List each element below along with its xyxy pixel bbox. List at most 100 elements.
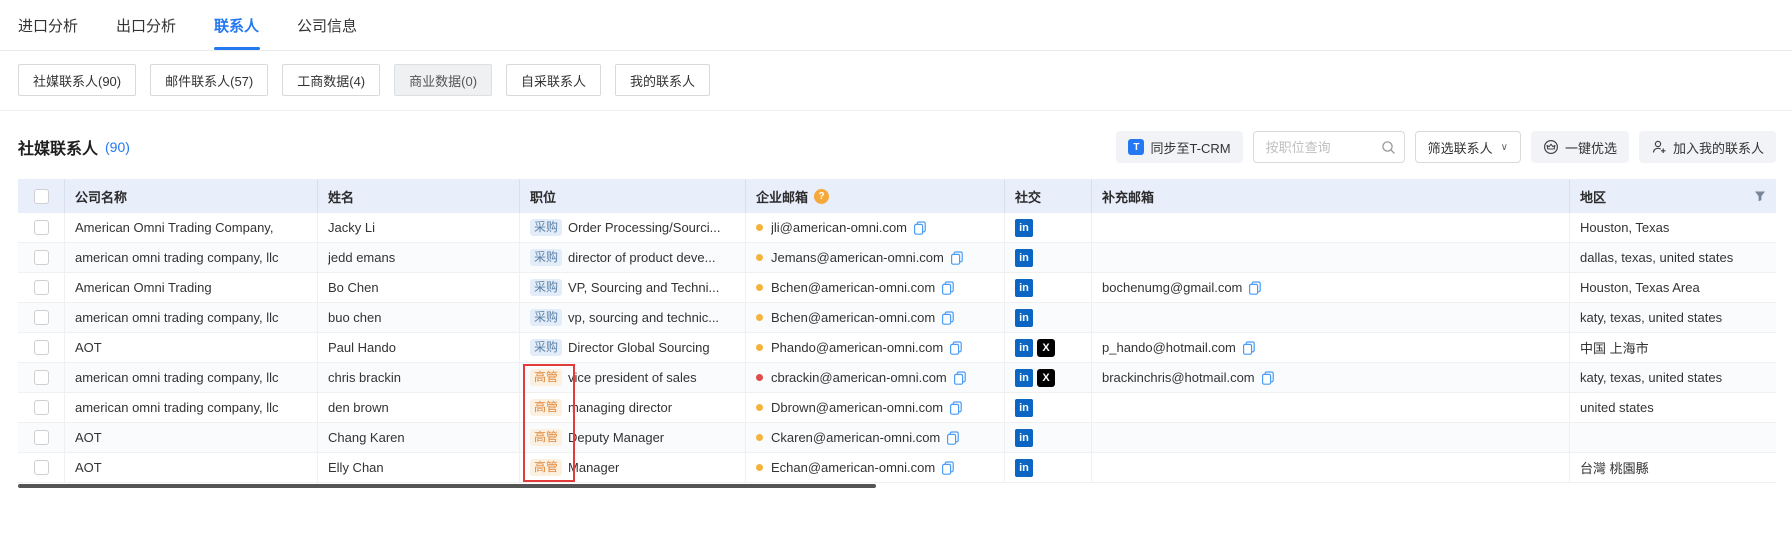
filter-contacts-label: 筛选联系人 [1428, 138, 1493, 157]
social-icons: in [1005, 303, 1092, 332]
linkedin-icon[interactable]: in [1015, 339, 1033, 357]
company-name: AOT [75, 340, 102, 355]
position-text: director of product deve... [568, 250, 715, 265]
row-checkbox[interactable] [34, 340, 49, 355]
region-text: Houston, Texas [1580, 220, 1669, 235]
linkedin-icon[interactable]: in [1015, 369, 1033, 387]
filter-contacts-dropdown[interactable]: 筛选联系人 ∨ [1415, 131, 1521, 163]
x-icon[interactable]: X [1037, 369, 1055, 387]
copy-icon[interactable] [913, 221, 927, 235]
chevron-down-icon: ∨ [1501, 142, 1508, 153]
linkedin-icon[interactable]: in [1015, 429, 1033, 447]
tab-contacts[interactable]: 联系人 [214, 0, 259, 50]
row-checkbox[interactable] [34, 460, 49, 475]
table-row: AOTChang Karen高管Deputy ManagerCkaren@ame… [18, 423, 1776, 453]
social-icons: inX [1005, 333, 1092, 362]
row-checkbox[interactable] [34, 250, 49, 265]
social-icons: in [1005, 393, 1092, 422]
region-text: 台灣 桃園縣 [1580, 458, 1649, 477]
filter-button-social-contacts[interactable]: 社媒联系人(90) [18, 64, 136, 96]
extra-email-cell [1092, 243, 1570, 272]
region-text: 中国 上海市 [1580, 338, 1649, 357]
linkedin-icon[interactable]: in [1015, 399, 1033, 417]
linkedin-icon[interactable]: in [1015, 249, 1033, 267]
email-status-dot [756, 224, 763, 231]
linkedin-icon[interactable]: in [1015, 279, 1033, 297]
one-click-optimize-label: 一键优选 [1565, 138, 1617, 157]
company-name: american omni trading company, llc [75, 400, 279, 415]
filter-button-email-contacts[interactable]: 邮件联系人(57) [150, 64, 268, 96]
copy-icon[interactable] [941, 281, 955, 295]
table-row: american omni trading company, llcjedd e… [18, 243, 1776, 273]
social-icons: in [1005, 213, 1092, 242]
tab-import-analysis[interactable]: 进口分析 [18, 0, 78, 50]
social-icons: in [1005, 243, 1092, 272]
person-plus-icon [1651, 139, 1667, 155]
filter-button-business-registry[interactable]: 工商数据(4) [282, 64, 380, 96]
copy-icon[interactable] [949, 341, 963, 355]
row-checkbox[interactable] [34, 280, 49, 295]
copy-icon[interactable] [950, 251, 964, 265]
contact-name: Bo Chen [328, 280, 379, 295]
corporate-email: Bchen@american-omni.com [771, 310, 935, 325]
copy-icon[interactable] [1248, 281, 1262, 295]
copy-icon[interactable] [941, 461, 955, 475]
col-header-social: 社交 [1005, 179, 1092, 213]
corporate-email: Ckaren@american-omni.com [771, 430, 940, 445]
email-status-dot [756, 464, 763, 471]
filter-button-commercial-data[interactable]: 商业数据(0) [394, 64, 492, 96]
x-icon[interactable]: X [1037, 339, 1055, 357]
tab-export-analysis[interactable]: 出口分析 [116, 0, 176, 50]
copy-icon[interactable] [949, 401, 963, 415]
copy-icon[interactable] [946, 431, 960, 445]
col-header-region: 地区 [1570, 179, 1776, 213]
row-checkbox[interactable] [34, 400, 49, 415]
help-icon[interactable]: ? [814, 189, 829, 204]
add-to-my-contacts-button[interactable]: 加入我的联系人 [1639, 131, 1776, 163]
position-search-input[interactable] [1264, 139, 1381, 156]
row-checkbox[interactable] [34, 370, 49, 385]
one-click-optimize-button[interactable]: 一键优选 [1531, 131, 1629, 163]
copy-icon[interactable] [953, 371, 967, 385]
table-header-row: 公司名称 姓名 职位 企业邮箱 ? 社交 补充邮箱 地区 [18, 179, 1776, 213]
copy-icon[interactable] [1242, 341, 1256, 355]
linkedin-icon[interactable]: in [1015, 219, 1033, 237]
filter-button-my-contacts[interactable]: 我的联系人 [615, 64, 710, 96]
email-status-dot [756, 284, 763, 291]
sync-to-tcrm-label: 同步至T-CRM [1150, 138, 1230, 157]
corporate-email: Jemans@american-omni.com [771, 250, 944, 265]
row-checkbox[interactable] [34, 310, 49, 325]
copy-icon[interactable] [1261, 371, 1275, 385]
sync-to-tcrm-button[interactable]: T 同步至T-CRM [1116, 131, 1242, 163]
col-header-corporate-email: 企业邮箱 ? [746, 179, 1005, 213]
row-checkbox[interactable] [34, 430, 49, 445]
corporate-email: Bchen@american-omni.com [771, 280, 935, 295]
contact-name: jedd emans [328, 250, 395, 265]
contact-name: Jacky Li [328, 220, 375, 235]
corporate-email: Dbrown@american-omni.com [771, 400, 943, 415]
section-count: (90) [105, 139, 130, 155]
row-checkbox[interactable] [34, 220, 49, 235]
add-to-my-contacts-label: 加入我的联系人 [1673, 138, 1764, 157]
linkedin-icon[interactable]: in [1015, 309, 1033, 327]
position-tag: 高管 [530, 429, 562, 446]
linkedin-icon[interactable]: in [1015, 459, 1033, 477]
horizontal-scrollbar-thumb[interactable] [18, 484, 876, 488]
filter-funnel-icon[interactable] [1754, 190, 1766, 202]
table-row: American Omni TradingBo Chen采购VP, Sourci… [18, 273, 1776, 303]
company-name: american omni trading company, llc [75, 370, 279, 385]
table-row: american omni trading company, llc buo ch… [18, 303, 1776, 333]
contact-name: buo chen [328, 310, 382, 325]
company-name: American Omni Trading Company, [75, 220, 273, 235]
email-status-dot [756, 434, 763, 441]
position-text: managing director [568, 400, 672, 415]
tab-company-info[interactable]: 公司信息 [297, 0, 357, 50]
region-text: katy, texas, united states [1580, 310, 1722, 325]
select-all-checkbox[interactable] [34, 189, 49, 204]
filter-button-self-collected-contacts[interactable]: 自采联系人 [506, 64, 601, 96]
position-text: vp, sourcing and technic... [568, 310, 719, 325]
email-status-dot [756, 314, 763, 321]
region-text: katy, texas, united states [1580, 370, 1722, 385]
company-name: american omni trading company, llc [75, 310, 279, 325]
copy-icon[interactable] [941, 311, 955, 325]
